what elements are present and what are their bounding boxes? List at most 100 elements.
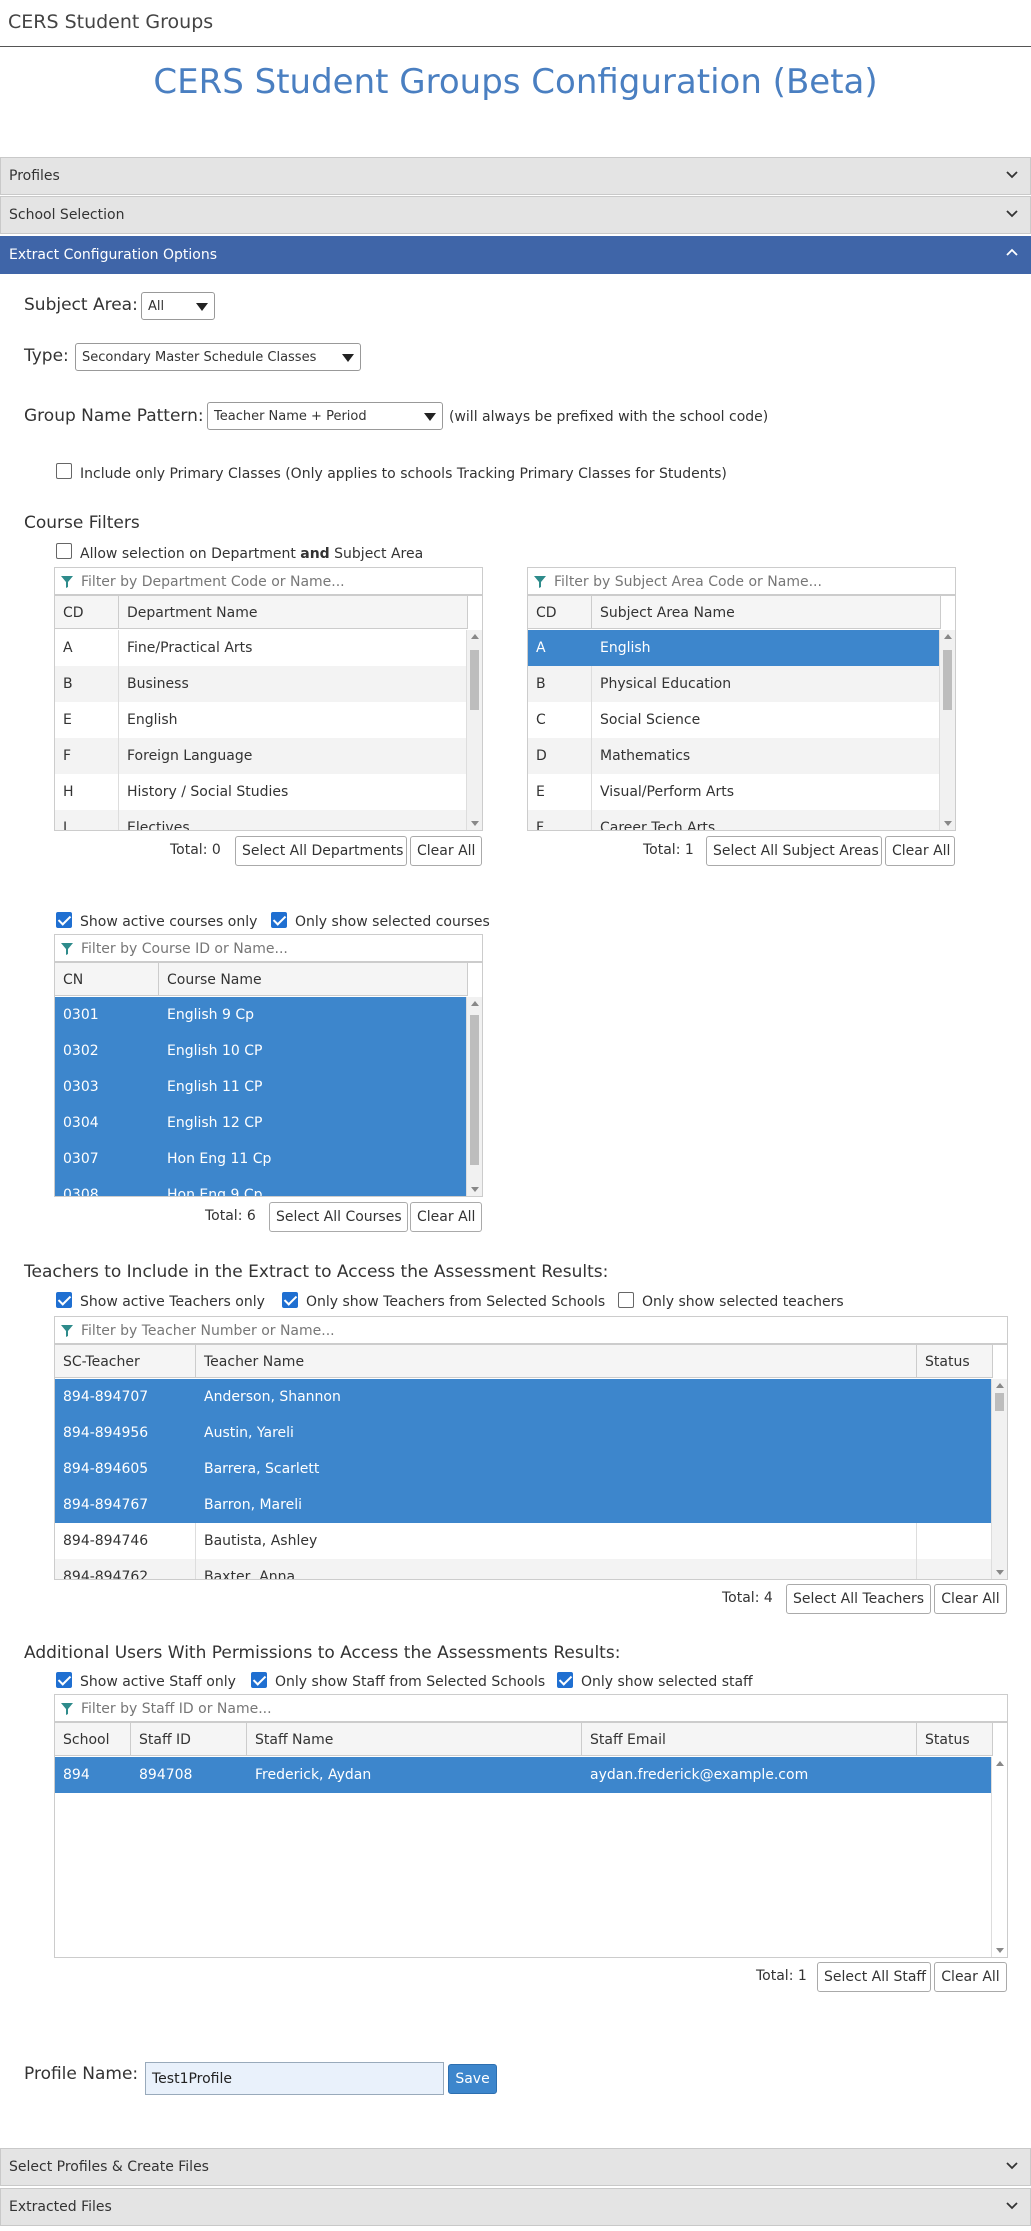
staff-selected-schools-checkbox[interactable] xyxy=(251,1672,267,1688)
table-row[interactable]: 0307 Hon Eng 11 Cp xyxy=(55,1141,468,1177)
chevron-down-icon xyxy=(1006,2162,1018,2170)
profile-name-label: Profile Name: xyxy=(24,2064,139,2084)
subject-area-total: Total: 1 xyxy=(643,842,694,858)
table-row[interactable]: 894-894746 Bautista, Ashley xyxy=(55,1523,993,1559)
clear-staff-button[interactable]: Clear All xyxy=(934,1962,1007,1992)
table-row[interactable]: 0301 English 9 Cp xyxy=(55,997,468,1033)
table-row[interactable]: D Mathematics xyxy=(528,738,941,774)
filter-icon xyxy=(534,576,546,588)
show-active-courses-label: Show active courses only xyxy=(80,914,258,930)
only-selected-teachers-checkbox[interactable] xyxy=(618,1292,634,1308)
teacher-scrollbar[interactable] xyxy=(991,1379,1007,1579)
table-row[interactable]: B Business xyxy=(55,666,468,702)
show-active-staff-checkbox[interactable] xyxy=(56,1672,72,1688)
table-row[interactable]: 894-894762 Baxter, Anna xyxy=(55,1559,993,1579)
table-row[interactable]: F Foreign Language xyxy=(55,738,468,774)
clear-courses-button[interactable]: Clear All xyxy=(410,1202,482,1232)
department-filter-input[interactable]: Filter by Department Code or Name... xyxy=(54,567,483,595)
course-scrollbar[interactable] xyxy=(466,997,482,1196)
table-row[interactable]: E Visual/Perform Arts xyxy=(528,774,941,810)
allow-selection-label: Allow selection on Department and Subjec… xyxy=(80,546,424,562)
only-selected-staff-label: Only show selected staff xyxy=(581,1674,753,1690)
table-row[interactable]: 0308 Hon Eng 9 Cp xyxy=(55,1177,468,1196)
section-extract-options[interactable]: Extract Configuration Options xyxy=(0,236,1031,274)
select-all-subject-areas-button[interactable]: Select All Subject Areas xyxy=(706,836,882,866)
column-header-cd[interactable]: CD xyxy=(528,596,592,629)
save-button[interactable]: Save xyxy=(448,2064,497,2094)
table-row[interactable]: C Social Science xyxy=(528,702,941,738)
table-row[interactable]: I Electives xyxy=(55,810,468,830)
department-grid: CD Department Name A Fine/Practical Arts … xyxy=(54,595,483,831)
staff-filter-input[interactable]: Filter by Staff ID or Name... xyxy=(54,1694,1008,1722)
clear-subject-areas-button[interactable]: Clear All xyxy=(885,836,955,866)
show-active-courses-checkbox[interactable] xyxy=(56,912,72,928)
table-row[interactable]: 894-894707 Anderson, Shannon xyxy=(55,1379,993,1415)
column-header-subject-area-name[interactable]: Subject Area Name xyxy=(592,596,941,629)
select-all-teachers-button[interactable]: Select All Teachers xyxy=(786,1584,931,1614)
show-active-teachers-checkbox[interactable] xyxy=(56,1292,72,1308)
only-selected-courses-checkbox[interactable] xyxy=(271,912,287,928)
staff-scrollbar[interactable] xyxy=(991,1757,1007,1957)
subject-area-select[interactable]: All xyxy=(141,292,215,320)
column-header-staff-name[interactable]: Staff Name xyxy=(247,1723,582,1756)
allow-selection-checkbox[interactable] xyxy=(56,543,72,559)
subject-area-value: All xyxy=(148,299,165,314)
table-row[interactable]: 894-894605 Barrera, Scarlett xyxy=(55,1451,993,1487)
table-row[interactable]: 894-894956 Austin, Yareli xyxy=(55,1415,993,1451)
table-row[interactable]: 0302 English 10 CP xyxy=(55,1033,468,1069)
section-select-profiles[interactable]: Select Profiles & Create Files xyxy=(0,2148,1031,2186)
table-row[interactable]: 0304 English 12 CP xyxy=(55,1105,468,1141)
primary-classes-label: Include only Primary Classes (Only appli… xyxy=(80,466,727,482)
teacher-filter-input[interactable]: Filter by Teacher Number or Name... xyxy=(54,1316,1008,1344)
app-title: CERS Student Groups xyxy=(8,11,214,33)
teachers-selected-schools-checkbox[interactable] xyxy=(282,1292,298,1308)
table-row[interactable]: E English xyxy=(55,702,468,738)
table-row[interactable]: 0303 English 11 CP xyxy=(55,1069,468,1105)
column-header-staff-email[interactable]: Staff Email xyxy=(582,1723,917,1756)
staff-grid: School Staff ID Staff Name Staff Email S… xyxy=(54,1722,1008,1958)
table-row[interactable]: F Career Tech Arts xyxy=(528,810,941,830)
table-row[interactable]: 894 894708 Frederick, Aydan aydan.freder… xyxy=(55,1757,993,1793)
filter-icon xyxy=(61,943,73,955)
staff-selected-schools-label: Only show Staff from Selected Schools xyxy=(275,1674,546,1690)
column-header-department-name[interactable]: Department Name xyxy=(119,596,468,629)
profile-name-input[interactable]: Test1Profile xyxy=(145,2062,444,2095)
table-row[interactable]: H History / Social Studies xyxy=(55,774,468,810)
department-scrollbar[interactable] xyxy=(466,630,482,830)
primary-classes-checkbox[interactable] xyxy=(56,463,72,479)
clear-teachers-button[interactable]: Clear All xyxy=(934,1584,1007,1614)
section-school-selection[interactable]: School Selection xyxy=(0,196,1031,234)
section-extracted-files[interactable]: Extracted Files xyxy=(0,2188,1031,2226)
column-header-course-name[interactable]: Course Name xyxy=(159,963,468,996)
column-header-cn[interactable]: CN xyxy=(55,963,159,996)
column-header-cd[interactable]: CD xyxy=(55,596,119,629)
type-label: Type: xyxy=(24,346,69,366)
select-all-staff-button[interactable]: Select All Staff xyxy=(817,1962,931,1992)
section-profiles[interactable]: Profiles xyxy=(0,157,1031,195)
staff-total: Total: 1 xyxy=(756,1968,807,1984)
column-header-staff-id[interactable]: Staff ID xyxy=(131,1723,247,1756)
subject-area-filter-input[interactable]: Filter by Subject Area Code or Name... xyxy=(527,567,956,595)
filter-icon xyxy=(61,1703,73,1715)
subject-area-filter-placeholder: Filter by Subject Area Code or Name... xyxy=(554,574,822,590)
table-row[interactable]: A Fine/Practical Arts xyxy=(55,630,468,666)
only-selected-staff-checkbox[interactable] xyxy=(557,1672,573,1688)
group-name-pattern-select[interactable]: Teacher Name + Period xyxy=(207,402,443,430)
section-profiles-label: Profiles xyxy=(9,168,60,184)
subject-area-scrollbar[interactable] xyxy=(939,630,955,830)
table-row[interactable]: B Physical Education xyxy=(528,666,941,702)
table-row[interactable]: 894-894767 Barron, Mareli xyxy=(55,1487,993,1523)
column-header-status[interactable]: Status xyxy=(917,1345,993,1378)
staff-filter-placeholder: Filter by Staff ID or Name... xyxy=(81,1701,272,1717)
select-all-courses-button[interactable]: Select All Courses xyxy=(269,1202,408,1232)
type-select[interactable]: Secondary Master Schedule Classes xyxy=(75,343,361,371)
column-header-teacher-name[interactable]: Teacher Name xyxy=(196,1345,917,1378)
clear-departments-button[interactable]: Clear All xyxy=(410,836,482,866)
column-header-status[interactable]: Status xyxy=(917,1723,993,1756)
page-title: CERS Student Groups Configuration (Beta) xyxy=(153,62,878,102)
column-header-school[interactable]: School xyxy=(55,1723,131,1756)
course-filter-input[interactable]: Filter by Course ID or Name... xyxy=(54,934,483,962)
table-row[interactable]: A English xyxy=(528,630,941,666)
select-all-departments-button[interactable]: Select All Departments xyxy=(235,836,407,866)
column-header-sc-teacher[interactable]: SC-Teacher xyxy=(55,1345,196,1378)
